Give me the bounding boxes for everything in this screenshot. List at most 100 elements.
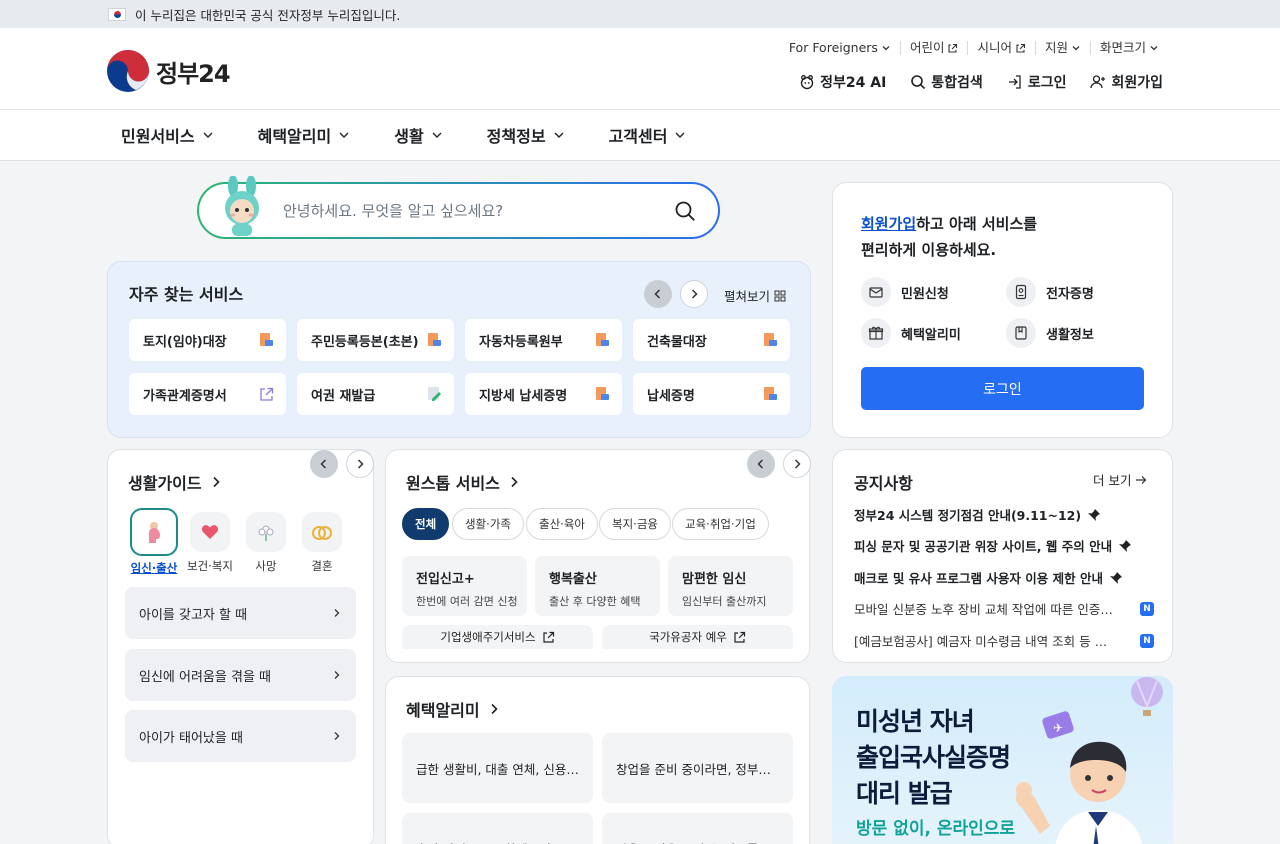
frequent-prev-button[interactable] xyxy=(644,280,672,308)
login-button[interactable]: 로그인 xyxy=(861,367,1144,410)
frequent-item-label: 납세증명 xyxy=(647,388,695,404)
notice-text: 매크로 및 유사 프로그램 사용자 이용 제한 안내 xyxy=(854,571,1103,586)
guide-item[interactable]: 임신에 어려움을 겪을 때 xyxy=(125,649,356,701)
service-benefit-alert[interactable]: 혜택알리미 xyxy=(861,318,961,348)
chevron-down-icon xyxy=(203,132,213,138)
notice-more-link[interactable]: 더 보기 xyxy=(1093,470,1147,489)
service-label: 혜택알리미 xyxy=(901,327,961,343)
frequent-next-button[interactable] xyxy=(680,280,708,308)
gnb-policy-info[interactable]: 정책정보 xyxy=(487,123,565,147)
ai-icon xyxy=(800,75,814,90)
external-link-icon xyxy=(948,43,958,53)
one-stop-next-button[interactable] xyxy=(783,450,811,478)
util-kids[interactable]: 어린이 xyxy=(899,41,968,55)
guide-item[interactable]: 아이를 갖고자 할 때 xyxy=(125,587,356,639)
service-label: 생활정보 xyxy=(1046,327,1094,343)
link-label: 로그인 xyxy=(1027,75,1067,91)
guide-next-button[interactable] xyxy=(346,450,374,478)
government-site-banner: 이 누리집은 대한민국 공식 전자정부 누리집입니다. xyxy=(0,0,1280,28)
one-stop-title[interactable]: 원스톱 서비스 xyxy=(406,470,520,494)
frequent-item-label: 토지(임야)대장 xyxy=(143,334,227,350)
service-e-certificate[interactable]: 전자증명 xyxy=(1006,277,1094,307)
util-support[interactable]: 지원 xyxy=(1034,41,1090,55)
expand-view-button[interactable]: 펼쳐보기 xyxy=(724,286,786,305)
link-label: 회원가입 xyxy=(1111,75,1163,91)
util-for-foreigners[interactable]: For Foreigners xyxy=(780,41,900,55)
notice-title: 공지사항 xyxy=(854,474,913,493)
gov24-ai-link[interactable]: 정부24 AI xyxy=(799,72,886,92)
frequent-item[interactable]: 여권 재발급 xyxy=(297,373,454,415)
service-life-info[interactable]: 생활정보 xyxy=(1006,318,1094,348)
one-stop-card[interactable]: 맘편한 임신 임신부터 출산까지 xyxy=(668,556,793,616)
gov24-logo[interactable]: 정부24 xyxy=(106,49,231,93)
chip-birth-childcare[interactable]: 출산·육아 xyxy=(526,508,598,540)
util-label: For Foreigners xyxy=(788,40,878,55)
header-main-links: 정부24 AI 통합검색 로그인 회원가입 xyxy=(799,72,1163,92)
one-stop-card[interactable]: 전입신고+ 한번에 여러 감면 신청 xyxy=(402,556,527,616)
login-link[interactable]: 로그인 xyxy=(1007,72,1067,92)
utility-nav: For Foreigners 어린이 시니어 지원 화면크기 xyxy=(780,41,1168,55)
life-guide-title[interactable]: 생활가이드 xyxy=(128,470,222,494)
chevron-down-icon xyxy=(1072,46,1080,51)
chevron-right-icon xyxy=(334,609,340,617)
chevron-left-icon xyxy=(757,459,764,469)
card-title: 맘편한 임신 xyxy=(682,572,747,587)
guide-category-marriage[interactable]: 결혼 xyxy=(296,508,348,574)
grid-icon xyxy=(774,290,786,301)
frequent-services-panel: 자주 찾는 서비스 펼쳐보기 토지(임야)대장 주민등록등본(초본) 자동차등록… xyxy=(107,261,811,438)
one-stop-card[interactable]: 행복출산 출산 후 다양한 혜택 xyxy=(535,556,660,616)
chevron-right-icon xyxy=(357,459,364,469)
chip-all[interactable]: 전체 xyxy=(402,508,450,540)
gnb-life[interactable]: 생활 xyxy=(394,123,442,147)
gnb-customer-center[interactable]: 고객센터 xyxy=(609,123,687,147)
util-screen-size[interactable]: 화면크기 xyxy=(1089,41,1168,55)
notice-item[interactable]: 모바일 신분증 노후 장비 교체 작업에 따른 인증… N xyxy=(854,599,1154,618)
arrow-right-icon xyxy=(1136,475,1147,484)
gnb-benefit-alert[interactable]: 혜택알리미 xyxy=(258,123,351,147)
balloon-icon xyxy=(1131,677,1163,716)
guide-category-pregnancy[interactable]: 임신·출산 xyxy=(128,508,180,576)
guide-category-death[interactable]: 사망 xyxy=(240,508,292,574)
integrated-search-link[interactable]: 통합검색 xyxy=(910,72,983,92)
util-senior[interactable]: 시니어 xyxy=(967,41,1035,55)
one-stop-prev-button[interactable] xyxy=(747,450,775,478)
notice-item[interactable]: 피싱 문자 및 공공기관 위장 사이트, 웹 주의 안내 xyxy=(854,536,1154,555)
guide-prev-button[interactable] xyxy=(310,450,338,478)
frequent-item[interactable]: 토지(임야)대장 xyxy=(129,319,286,361)
notice-item[interactable]: 정부24 시스템 정기점검 안내(9.11~12) xyxy=(854,505,1154,524)
benefit-card[interactable]: 양육 부담을 줄일 수 있도록 xyxy=(602,813,793,844)
frequent-item[interactable]: 납세증명 xyxy=(633,373,790,415)
guide-item[interactable]: 아이가 태어났을 때 xyxy=(125,710,356,762)
benefit-card[interactable]: 출가 사이드 도드하게 1인 xyxy=(402,813,593,844)
guide-category-health[interactable]: 보건·복지 xyxy=(184,508,236,574)
rabbit-mascot-icon xyxy=(225,176,259,236)
frequent-item[interactable]: 주민등록등본(초본) xyxy=(297,319,454,361)
search-button[interactable] xyxy=(674,199,698,223)
benefit-card[interactable]: 창업을 준비 중이라면, 정부… xyxy=(602,733,793,803)
frequent-item[interactable]: 가족관계증명서 xyxy=(129,373,286,415)
login-panel: 회원가입하고 아래 서비스를 편리하게 이용하세요. 민원신청 전자증명 혜택알… xyxy=(832,182,1173,438)
search-input[interactable] xyxy=(283,196,663,226)
gnb-civil-service[interactable]: 민원서비스 xyxy=(121,123,214,147)
frequent-item[interactable]: 지방세 납세증명 xyxy=(465,373,622,415)
business-lifecycle-link[interactable]: 기업생애주기서비스 xyxy=(402,625,593,649)
chip-welfare-finance[interactable]: 복지·금융 xyxy=(599,508,671,540)
chevron-right-icon xyxy=(794,459,801,469)
chevron-right-icon xyxy=(691,289,698,299)
frequent-item[interactable]: 건축물대장 xyxy=(633,319,790,361)
service-civil-application[interactable]: 민원신청 xyxy=(861,277,949,307)
chip-life-family[interactable]: 생활·가족 xyxy=(452,508,524,540)
national-merit-link[interactable]: 국가유공자 예우 xyxy=(602,625,793,649)
notice-item[interactable]: [예금보험공사] 예금자 미수령금 내역 조회 등 일… N xyxy=(854,631,1154,650)
benefit-alert-title[interactable]: 혜택알리미 xyxy=(406,697,500,721)
frequent-item[interactable]: 자동차등록원부 xyxy=(465,319,622,361)
promo-banner[interactable]: ✈ 미성년 자녀 출입국사실증명 대리 발급 방문 없이, 온라인으로 xyxy=(832,676,1173,844)
frequent-item-label: 여권 재발급 xyxy=(311,388,376,404)
banner-line: 출입국사실증명 xyxy=(856,743,1011,772)
chip-education-jobs[interactable]: 교육·취업·기업 xyxy=(672,508,769,540)
signup-link[interactable]: 회원가입 xyxy=(1090,72,1163,92)
notice-item[interactable]: 매크로 및 유사 프로그램 사용자 이용 제한 안내 xyxy=(854,568,1154,587)
document-print-icon xyxy=(428,333,441,346)
signup-link[interactable]: 회원가입 xyxy=(861,215,916,233)
benefit-card[interactable]: 급한 생활비, 대출 연체, 신용… xyxy=(402,733,593,803)
